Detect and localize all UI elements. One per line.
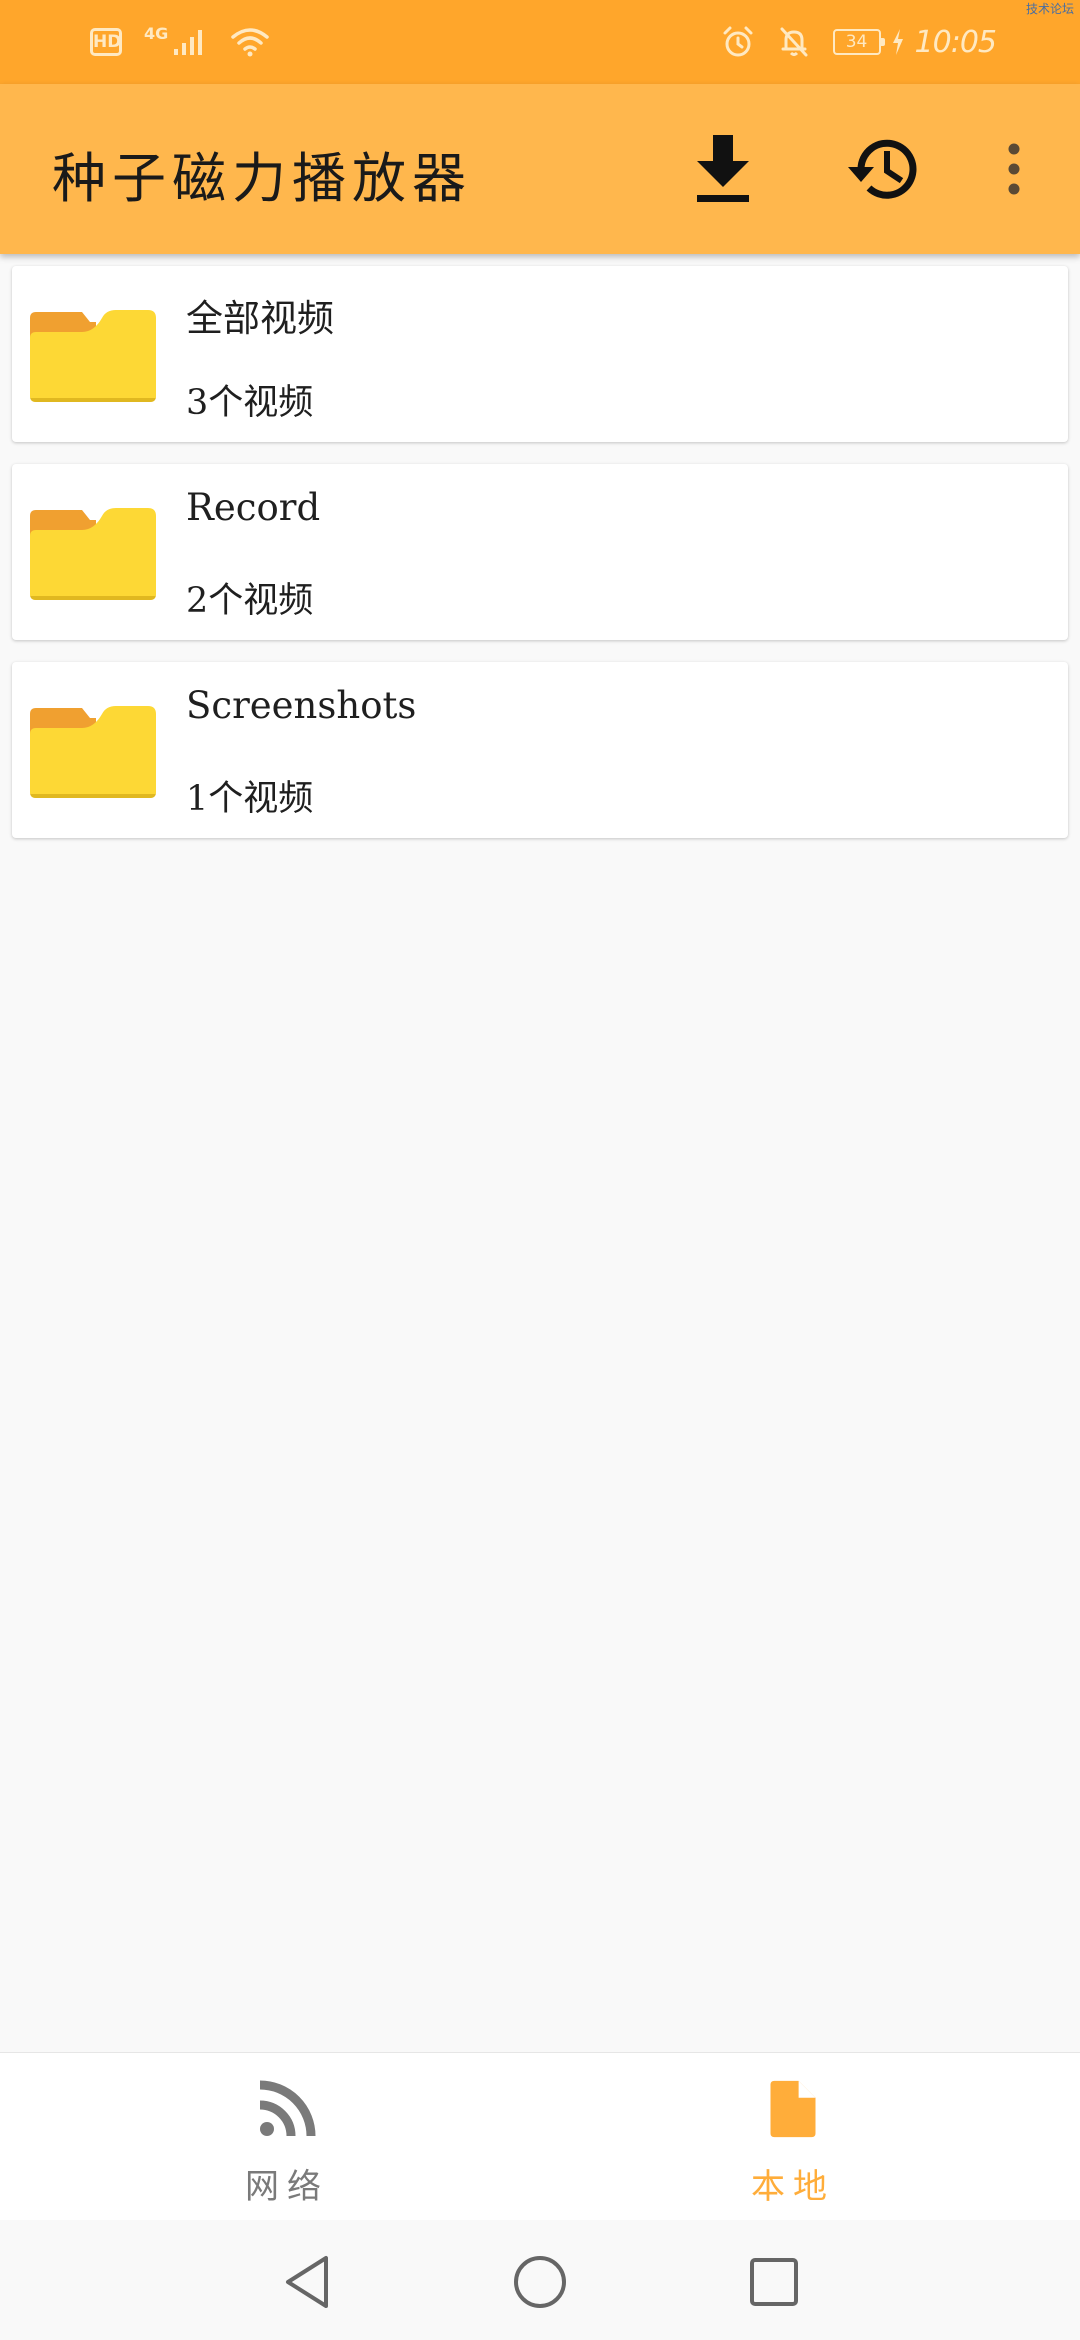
back-icon[interactable] (278, 2252, 338, 2312)
download-icon (697, 135, 749, 202)
nav-label: 本地 (751, 2167, 835, 2207)
folder-icon (30, 310, 156, 402)
folder-card-record[interactable]: Record 2个视频 (12, 464, 1068, 640)
recents-icon[interactable] (744, 2252, 804, 2312)
app-bar: 种子磁力播放器 (0, 84, 1080, 254)
folder-name: Record (186, 486, 321, 529)
folder-icon (30, 706, 156, 798)
status-right: 34 10:05 (721, 24, 997, 60)
watermark: 技术论坛 (1025, 2, 1074, 16)
folder-name: Screenshots (186, 684, 417, 727)
nav-tab-network[interactable]: 网络 (17, 2053, 557, 2221)
status-time: 10:05 (914, 24, 997, 60)
status-left: HD 4G (90, 24, 270, 61)
folder-name: 全部视频 (186, 297, 334, 340)
mute-icon (780, 27, 808, 57)
status-bar: HD 4G 34 10:05 技术论坛 (0, 0, 1080, 84)
wifi-icon (231, 28, 270, 57)
system-navigation-bar (0, 2220, 1080, 2340)
folder-card-screenshots[interactable]: Screenshots 1个视频 (12, 662, 1068, 838)
more-vert-icon (1008, 143, 1020, 195)
alarm-icon (723, 26, 753, 57)
signal-icon (174, 30, 203, 55)
history-button[interactable] (838, 124, 928, 214)
folder-video-count: 1个视频 (186, 779, 314, 819)
bottom-navigation: 网络 本地 (0, 2052, 1080, 2221)
app-title: 种子磁力播放器 (52, 147, 472, 210)
network-type: 4G (144, 23, 169, 43)
folder-card-all-videos[interactable]: 全部视频 3个视频 (12, 266, 1068, 442)
hd-badge: HD (90, 28, 122, 56)
folder-icon (30, 508, 156, 600)
nav-tab-local[interactable]: 本地 (523, 2053, 1063, 2221)
file-icon (770, 2080, 816, 2138)
folder-video-count: 2个视频 (186, 581, 314, 621)
folder-video-count: 3个视频 (186, 383, 314, 423)
nav-label: 网络 (245, 2167, 329, 2207)
download-button[interactable] (678, 124, 768, 214)
history-icon (848, 139, 917, 199)
battery-indicator: 34 (832, 29, 885, 55)
rss-feed-icon (259, 2080, 316, 2137)
more-options-button[interactable] (969, 124, 1059, 214)
folder-list: 全部视频 3个视频 Record 2个视频 Screenshots 1个视频 (12, 266, 1068, 860)
home-icon[interactable] (510, 2252, 570, 2312)
charging-icon (892, 29, 903, 55)
